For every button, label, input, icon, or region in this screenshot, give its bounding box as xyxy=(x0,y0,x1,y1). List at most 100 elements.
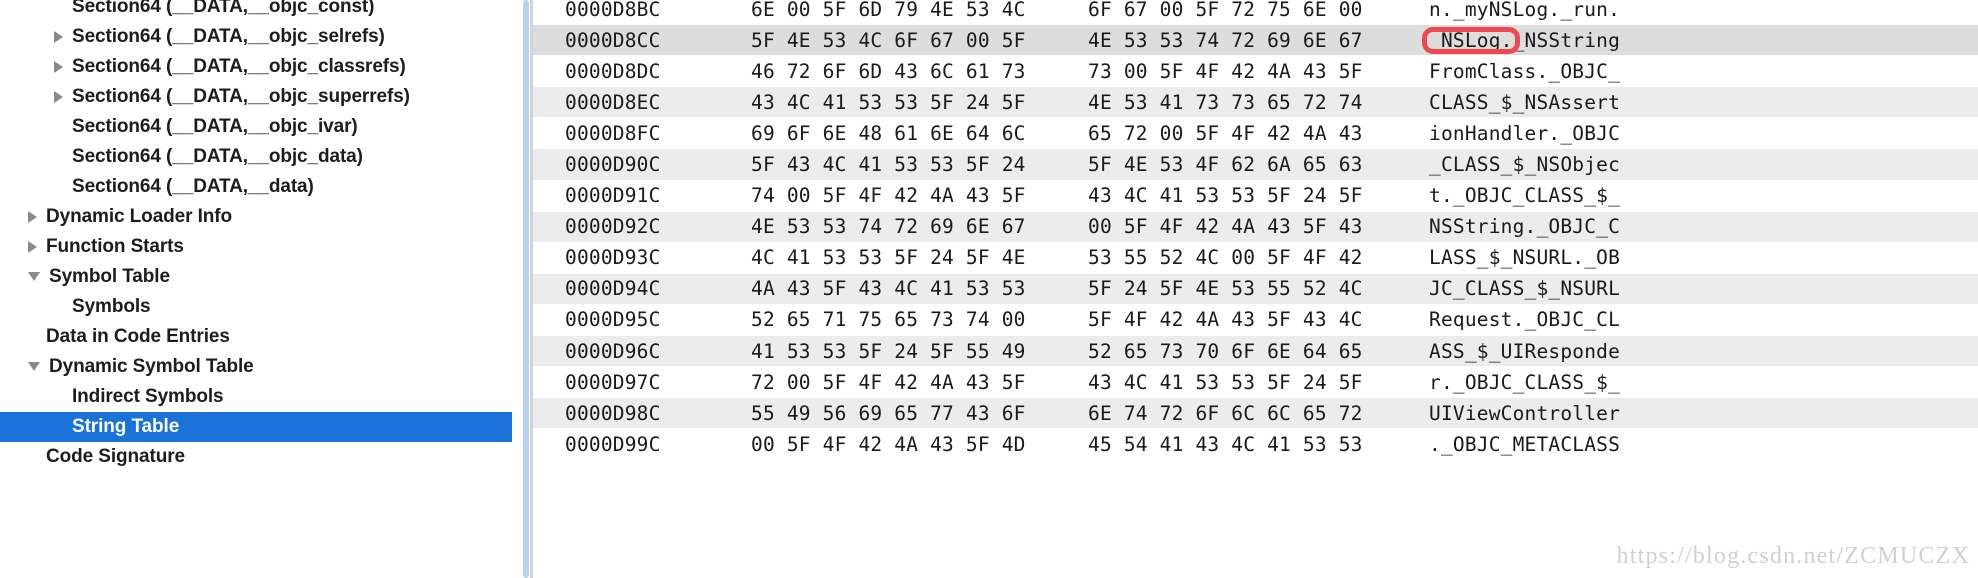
sidebar-item-label: Section64 (__DATA,__objc_ivar) xyxy=(72,116,358,137)
sidebar-item-dynamic-loader-info[interactable]: Dynamic Loader Info xyxy=(0,202,512,232)
hex-row[interactable]: 0000D94C 4A 43 5F 43 4C 41 53 53 5F 24 5F … xyxy=(533,273,1978,305)
sidebar-item-section64-data-data[interactable]: Section64 (__DATA,__data) xyxy=(0,172,512,202)
hex-address: 0000D99C xyxy=(565,432,661,456)
sidebar-item-section64-data-objc-superrefs[interactable]: Section64 (__DATA,__objc_superrefs) xyxy=(0,82,512,112)
hex-bytes-group-2: 5F 4E 53 4F 62 6A 65 63 xyxy=(1088,153,1363,177)
scrollbar-thumb[interactable] xyxy=(523,0,529,578)
hex-address: 0000D95C xyxy=(565,308,661,332)
ascii-text: UIViewController xyxy=(1429,401,1621,425)
hex-bytes-group-2: 52 65 73 70 6F 6E 64 65 xyxy=(1088,339,1363,363)
panel-gap xyxy=(512,0,522,578)
chevron-down-icon[interactable] xyxy=(28,361,40,371)
hex-row[interactable]: 0000D8DC 46 72 6F 6D 43 6C 61 73 73 00 5F … xyxy=(533,56,1978,88)
sidebar-item-label: Indirect Symbols xyxy=(72,386,224,407)
sidebar-item-label: String Table xyxy=(72,416,180,437)
sidebar-item-label: Dynamic Loader Info xyxy=(46,206,233,227)
sidebar-item-string-table[interactable]: String Table xyxy=(0,412,512,442)
hex-bytes-group-1: 69 6F 6E 48 61 6E 64 6C xyxy=(751,121,1026,145)
chevron-right-icon[interactable] xyxy=(28,241,37,253)
ascii-text: CLASS_$_NSAssert xyxy=(1429,90,1621,114)
structure-tree[interactable]: Section64 (__DATA,__objc_const) Section64… xyxy=(0,0,512,472)
hex-row[interactable]: 0000D8BC 6E 00 5F 6D 79 4E 53 4C 6F 67 00 … xyxy=(533,0,1978,26)
hex-bytes-group-2: 65 72 00 5F 4F 42 4A 43 xyxy=(1088,121,1363,145)
sidebar-item-indirect-symbols[interactable]: Indirect Symbols xyxy=(0,382,512,412)
ascii-text: ._OBJC_METACLASS xyxy=(1429,432,1621,456)
hex-row[interactable]: 0000D90C 5F 43 4C 41 53 53 5F 24 5F 4E 53 … xyxy=(533,149,1978,181)
sidebar-item-function-starts[interactable]: Function Starts xyxy=(0,232,512,262)
hex-bytes-group-2: 6F 67 00 5F 72 75 6E 00 xyxy=(1088,0,1363,21)
sidebar-item-label: Data in Code Entries xyxy=(46,326,230,347)
ascii-text: t._OBJC_CLASS_$_ xyxy=(1429,184,1621,208)
sidebar-item-label: Section64 (__DATA,__objc_data) xyxy=(72,146,363,167)
hex-bytes-group-2: 43 4C 41 53 53 5F 24 5F xyxy=(1088,184,1363,208)
hex-address: 0000D90C xyxy=(565,153,661,177)
hex-bytes-group-2: 53 55 52 4C 00 5F 4F 42 xyxy=(1088,246,1363,270)
hex-address: 0000D8EC xyxy=(565,90,661,114)
sidebar-item-symbols[interactable]: Symbols xyxy=(0,292,512,322)
hex-viewer[interactable]: 0000D8BC 6E 00 5F 6D 79 4E 53 4C 6F 67 00 … xyxy=(533,0,1978,578)
hex-bytes-group-1: 72 00 5F 4F 42 4A 43 5F xyxy=(751,370,1026,394)
sidebar-item-section64-data-objc-data[interactable]: Section64 (__DATA,__objc_data) xyxy=(0,142,512,172)
hex-bytes-group-2: 4E 53 53 74 72 69 6E 67 xyxy=(1088,28,1363,52)
no-twisty-spacer xyxy=(54,127,63,128)
hex-row[interactable]: 0000D91C 74 00 5F 4F 42 4A 43 5F 43 4C 41 … xyxy=(533,180,1978,212)
hex-address: 0000D91C xyxy=(565,184,661,208)
hex-bytes-group-1: 52 65 71 75 65 73 74 00 xyxy=(751,308,1026,332)
chevron-right-icon[interactable] xyxy=(54,61,63,73)
hex-bytes-group-2: 73 00 5F 4F 42 4A 43 5F xyxy=(1088,59,1363,83)
hex-row[interactable]: 0000D96C 41 53 53 5F 24 5F 55 49 52 65 73 … xyxy=(533,336,1978,368)
chevron-right-icon[interactable] xyxy=(54,31,63,43)
hex-bytes-group-1: 4A 43 5F 43 4C 41 53 53 xyxy=(751,277,1026,301)
sidebar-item-section64-data-objc-selrefs[interactable]: Section64 (__DATA,__objc_selrefs) xyxy=(0,22,512,52)
no-twisty-spacer xyxy=(54,307,63,308)
hex-row[interactable]: 0000D8CC 5F 4E 53 4C 6F 67 00 5F 4E 53 53 … xyxy=(533,25,1978,57)
sidebar-item-section64-data-objc-classrefs[interactable]: Section64 (__DATA,__objc_classrefs) xyxy=(0,52,512,82)
sidebar-item-label: Symbols xyxy=(72,296,151,317)
no-twisty-spacer xyxy=(54,427,63,428)
hex-row[interactable]: 0000D8EC 43 4C 41 53 53 5F 24 5F 4E 53 41 … xyxy=(533,87,1978,119)
sidebar-item-label: Section64 (__DATA,__objc_selrefs) xyxy=(72,26,385,47)
sidebar-item-label: Function Starts xyxy=(46,236,184,257)
hex-row[interactable]: 0000D8FC 69 6F 6E 48 61 6E 64 6C 65 72 00 … xyxy=(533,118,1978,150)
sidebar-item-label: Section64 (__DATA,__objc_superrefs) xyxy=(72,86,410,107)
hex-bytes-group-1: 4C 41 53 53 5F 24 5F 4E xyxy=(751,246,1026,270)
hex-row[interactable]: 0000D95C 52 65 71 75 65 73 74 00 5F 4F 42 … xyxy=(533,304,1978,337)
sidebar-item-section64-data-objc-const[interactable]: Section64 (__DATA,__objc_const) xyxy=(0,0,512,22)
hex-row-list[interactable]: 0000D8BC 6E 00 5F 6D 79 4E 53 4C 6F 67 00 … xyxy=(533,0,1978,461)
sidebar-item-label: Section64 (__DATA,__objc_const) xyxy=(72,0,375,17)
no-twisty-spacer xyxy=(54,397,63,398)
hex-address: 0000D93C xyxy=(565,246,661,270)
macho-inspector-window: Section64 (__DATA,__objc_const) Section64… xyxy=(0,0,1978,578)
sidebar-item-symbol-table[interactable]: Symbol Table xyxy=(0,262,512,292)
hex-bytes-group-2: 4E 53 41 73 73 65 72 74 xyxy=(1088,90,1363,114)
hex-bytes-group-2: 43 4C 41 53 53 5F 24 5F xyxy=(1088,370,1363,394)
hex-address: 0000D96C xyxy=(565,339,661,363)
ascii-text: r._OBJC_CLASS_$_ xyxy=(1429,370,1621,394)
hex-row[interactable]: 0000D92C 4E 53 53 74 72 69 6E 67 00 5F 4F … xyxy=(533,211,1978,243)
hex-bytes-group-1: 00 5F 4F 42 4A 43 5F 4D xyxy=(751,432,1026,456)
sidebar-item-section64-data-objc-ivar[interactable]: Section64 (__DATA,__objc_ivar) xyxy=(0,112,512,142)
sidebar-item-data-in-code-entries[interactable]: Data in Code Entries xyxy=(0,322,512,352)
ascii-text: ASS_$_UIResponde xyxy=(1429,339,1621,363)
chevron-down-icon[interactable] xyxy=(28,271,40,281)
hex-bytes-group-2: 6E 74 72 6F 6C 6C 65 72 xyxy=(1088,401,1363,425)
hex-row[interactable]: 0000D97C 72 00 5F 4F 42 4A 43 5F 43 4C 41 … xyxy=(533,367,1978,399)
sidebar-item-dynamic-symbol-table[interactable]: Dynamic Symbol Table xyxy=(0,352,512,382)
hex-bytes-group-1: 74 00 5F 4F 42 4A 43 5F xyxy=(751,184,1026,208)
hex-bytes-group-2: 5F 4F 42 4A 43 5F 43 4C xyxy=(1088,308,1363,332)
sidebar-vertical-scrollbar[interactable] xyxy=(522,0,530,578)
hex-bytes-group-2: 00 5F 4F 42 4A 43 5F 43 xyxy=(1088,215,1363,239)
hex-row[interactable]: 0000D93C 4C 41 53 53 5F 24 5F 4E 53 55 52 … xyxy=(533,242,1978,274)
sidebar-item-label: Section64 (__DATA,__objc_classrefs) xyxy=(72,56,406,77)
ascii-text: FromClass._OBJC_ xyxy=(1429,59,1621,83)
sidebar-item-label: Dynamic Symbol Table xyxy=(49,356,254,377)
chevron-right-icon[interactable] xyxy=(28,211,37,223)
structure-sidebar[interactable]: Section64 (__DATA,__objc_const) Section64… xyxy=(0,0,512,578)
hex-row[interactable]: 0000D99C 00 5F 4F 42 4A 43 5F 4D 45 54 41 … xyxy=(533,429,1978,461)
no-twisty-spacer xyxy=(54,187,63,188)
hex-address: 0000D8CC xyxy=(565,28,661,52)
chevron-right-icon[interactable] xyxy=(54,91,63,103)
hex-row[interactable]: 0000D98C 55 49 56 69 65 77 43 6F 6E 74 72 … xyxy=(533,398,1978,430)
sidebar-item-code-signature[interactable]: Code Signature xyxy=(0,442,512,472)
hex-address: 0000D8BC xyxy=(565,0,661,21)
